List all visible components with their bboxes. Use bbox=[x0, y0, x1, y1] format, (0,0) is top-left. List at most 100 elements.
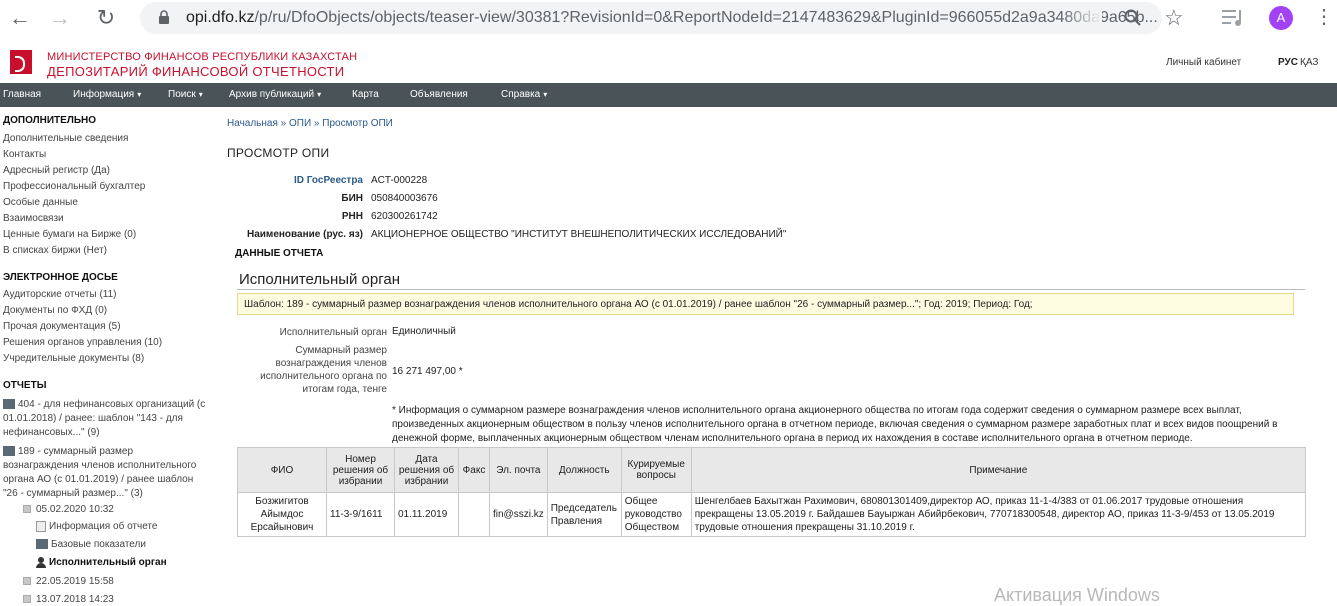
sub-executive-body[interactable]: Исполнительный орган bbox=[36, 557, 167, 568]
sidebar-item[interactable]: Прочая документация (5) bbox=[3, 321, 121, 332]
report-icon bbox=[3, 399, 15, 410]
url-text: opi.dfo.kz/p/ru/DfoObjects/objects/tease… bbox=[186, 9, 1158, 26]
section-divider bbox=[237, 289, 1305, 290]
personal-cabinet-link[interactable]: Личный кабинет bbox=[1166, 57, 1241, 68]
zoom-icon[interactable] bbox=[1124, 9, 1142, 27]
browser-toolbar: ← → ↻ opi.dfo.kz/p/ru/DfoObjects/objects… bbox=[0, 0, 1337, 39]
sub-report-info[interactable]: Информация об отчете bbox=[36, 521, 157, 532]
lock-icon bbox=[159, 10, 169, 24]
caret-down-icon: ▾ bbox=[543, 90, 548, 99]
col-header: Эл. почта bbox=[489, 447, 548, 493]
main-menu: Главная Информация ▾ Поиск ▾ Архив публика… bbox=[0, 83, 1337, 107]
caret-down-icon: ▾ bbox=[137, 90, 142, 99]
report-404-link[interactable]: 404 - для нефинансовых организаций (с 01… bbox=[3, 398, 208, 440]
exec-body-value: Единоличный bbox=[392, 326, 456, 337]
windows-activation-watermark: Активация Windows bbox=[994, 585, 1160, 605]
site-header: МИНИСТЕРСТВО ФИНАНСОВ РЕСПУБЛИКИ КАЗАХСТ… bbox=[0, 38, 1337, 83]
cell-fio: Бозжигитов Айымдос Ерсайынович bbox=[237, 492, 327, 537]
report-date-item[interactable]: 13.07.2018 14:23 bbox=[23, 594, 114, 605]
report-data-heading: ДАННЫЕ ОТЧЕТА bbox=[235, 248, 324, 259]
bullet-icon bbox=[23, 595, 31, 604]
cell-decision-date: 01.11.2019 bbox=[394, 492, 459, 537]
sidebar-item[interactable]: Профессиональный бухгалтер bbox=[3, 181, 145, 192]
col-header: Курируемые вопросы bbox=[620, 447, 692, 493]
cell-email: fin@sszi.kz bbox=[489, 492, 548, 537]
bin-value: 050840003676 bbox=[371, 193, 438, 204]
menu-information[interactable]: Информация ▾ bbox=[73, 89, 141, 100]
rnn-label: РНН bbox=[341, 211, 363, 222]
name-label: Наименование (рус. яз) bbox=[246, 229, 363, 240]
sidebar-item[interactable]: Адресный регистр (Да) bbox=[3, 165, 110, 176]
media-playlist-icon[interactable] bbox=[1222, 8, 1246, 28]
forward-arrow-icon[interactable]: → bbox=[48, 6, 72, 30]
table-header-row: ФИО Номер решения об избрании Дата решен… bbox=[237, 447, 1307, 493]
cell-decision-number: 11-3-9/1611 bbox=[326, 492, 395, 537]
footnote: * Информация о суммарном размере вознагр… bbox=[392, 405, 1278, 444]
col-header: Должность bbox=[546, 447, 622, 493]
caret-down-icon: ▾ bbox=[317, 90, 322, 99]
logo-icon[interactable] bbox=[10, 50, 32, 74]
sidebar-heading-additional: ДОПОЛНИТЕЛЬНО bbox=[3, 115, 97, 126]
address-bar[interactable]: opi.dfo.kz/p/ru/DfoObjects/objects/tease… bbox=[140, 2, 1184, 34]
cell-fax bbox=[458, 492, 490, 537]
exec-body-label: Исполнительный орган bbox=[279, 327, 387, 338]
sidebar-heading-reports: ОТЧЕТЫ bbox=[3, 380, 47, 391]
sub-base-indicators[interactable]: Базовые показатели bbox=[36, 539, 146, 550]
lang-kz-link[interactable]: ҚАЗ bbox=[1300, 57, 1318, 68]
col-header: Номер решения об избрании bbox=[326, 447, 395, 493]
section-title: Исполнительный орган bbox=[239, 271, 401, 288]
more-menu-icon[interactable]: ⋮ bbox=[1314, 7, 1334, 27]
sidebar-item[interactable]: Ценные бумаги на Бирже (0) bbox=[3, 229, 136, 240]
depository-title: ДЕПОЗИТАРИЙ ФИНАНСОВОЙ ОТЧЕТНОСТИ bbox=[47, 64, 345, 79]
star-icon[interactable]: ☆ bbox=[1164, 5, 1184, 31]
sidebar-item[interactable]: Дополнительные сведения bbox=[3, 133, 128, 144]
profile-avatar[interactable]: A bbox=[1269, 6, 1293, 30]
menu-search[interactable]: Поиск ▾ bbox=[168, 89, 203, 100]
report-date-item[interactable]: 22.05.2019 15:58 bbox=[23, 576, 114, 587]
cell-note: Шенгелбаев Бахытжан Рахимович, 680801301… bbox=[690, 492, 1307, 537]
menu-announcements[interactable]: Объявления bbox=[410, 89, 468, 100]
bullet-icon bbox=[23, 505, 31, 514]
sidebar-heading-dossier: ЭЛЕКТРОННОЕ ДОСЬЕ bbox=[3, 272, 118, 283]
caret-down-icon: ▾ bbox=[198, 90, 203, 99]
bin-label: БИН bbox=[341, 193, 363, 204]
report-189-link[interactable]: 189 - суммарный размер вознаграждения чл… bbox=[3, 445, 208, 501]
menu-map[interactable]: Карта bbox=[352, 89, 379, 100]
rnn-value: 620300261742 bbox=[371, 211, 438, 222]
total-remuneration-value: 16 271 497,00 * bbox=[392, 366, 463, 377]
sidebar-item[interactable]: В списках биржи (Нет) bbox=[3, 245, 107, 256]
col-header: Примечание bbox=[690, 447, 1307, 493]
menu-archive[interactable]: Архив публикаций ▾ bbox=[229, 89, 321, 100]
sidebar-item[interactable]: Взаимосвязи bbox=[3, 213, 64, 224]
id-label: ID ГосРеестра bbox=[293, 175, 363, 186]
person-icon bbox=[36, 557, 46, 568]
sidebar-item[interactable]: Решения органов управления (10) bbox=[3, 337, 162, 348]
bullet-icon bbox=[23, 577, 31, 586]
document-icon bbox=[36, 521, 46, 532]
sidebar-item[interactable]: Контакты bbox=[3, 149, 46, 160]
lang-ru-link[interactable]: РУС bbox=[1278, 57, 1298, 68]
col-header: ФИО bbox=[237, 447, 327, 493]
sidebar-item[interactable]: Учредительные документы (8) bbox=[3, 353, 144, 364]
col-header: Дата решения об избрании bbox=[394, 447, 459, 493]
sidebar-item[interactable]: Особые данные bbox=[3, 197, 78, 208]
breadcrumb[interactable]: Начальная » ОПИ » Просмотр ОПИ bbox=[227, 118, 393, 129]
executives-table: ФИО Номер решения об избрании Дата решен… bbox=[237, 447, 1307, 537]
col-header: Факс bbox=[458, 447, 490, 493]
menu-home[interactable]: Главная bbox=[3, 89, 41, 100]
report-date-item[interactable]: 05.02.2020 10:32 bbox=[23, 504, 114, 515]
total-remuneration-label: Суммарный размер вознаграждения членов и… bbox=[260, 345, 387, 395]
cell-position: Председатель Правления bbox=[546, 492, 622, 537]
report-icon bbox=[3, 446, 15, 457]
back-arrow-icon[interactable]: ← bbox=[8, 6, 32, 30]
sidebar-item[interactable]: Аудиторские отчеты (11) bbox=[3, 289, 117, 300]
name-value: АКЦИОНЕРНОЕ ОБЩЕСТВО "ИНСТИТУТ ВНЕШНЕПОЛ… bbox=[371, 229, 787, 240]
page-title: ПРОСМОТР ОПИ bbox=[227, 146, 330, 160]
ministry-title: МИНИСТЕРСТВО ФИНАНСОВ РЕСПУБЛИКИ КАЗАХСТ… bbox=[47, 51, 358, 63]
sidebar-item[interactable]: Документы по ФХД (0) bbox=[3, 305, 107, 316]
cell-responsibilities: Общее руководство Обществом bbox=[620, 492, 692, 537]
menu-help[interactable]: Справка ▾ bbox=[501, 89, 547, 100]
table-icon bbox=[36, 539, 48, 550]
template-info-box: Шаблон: 189 - суммарный размер вознаграж… bbox=[237, 293, 1294, 315]
reload-icon[interactable]: ↻ bbox=[94, 6, 118, 30]
